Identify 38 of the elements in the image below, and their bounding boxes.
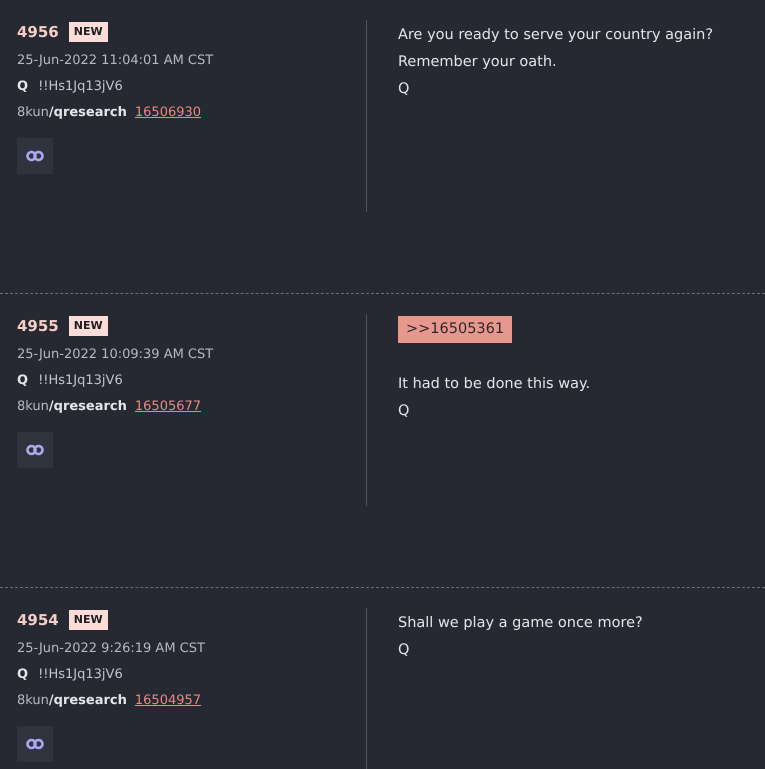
post-text: Q	[398, 641, 410, 660]
post-text: Shall we play a game once more?	[398, 614, 643, 633]
tripcode: !!Hs1Jq13jV6	[38, 372, 123, 390]
post-date: 25-Jun-2022 9:26:19 AM CST	[17, 640, 206, 658]
board-name: /qresearch	[48, 398, 127, 416]
link-button[interactable]	[17, 138, 53, 174]
author-name: Q	[17, 78, 28, 96]
post-link[interactable]: 16504957	[134, 691, 202, 711]
tripcode: !!Hs1Jq13jV6	[38, 666, 123, 684]
board-name: /qresearch	[48, 104, 127, 122]
post-date: 25-Jun-2022 11:04:01 AM CST	[17, 52, 214, 70]
link-icon	[26, 150, 44, 162]
reply-reference[interactable]: >>16505361	[398, 316, 512, 343]
site-name: 8kun	[17, 398, 49, 416]
new-badge: NEW	[68, 316, 108, 336]
post-number: 4956	[17, 22, 59, 43]
link-button[interactable]	[17, 726, 53, 762]
post-text: Q	[398, 402, 410, 421]
author-name: Q	[17, 372, 28, 390]
site-name: 8kun	[17, 692, 49, 710]
post-text: Remember your oath.	[398, 53, 558, 72]
link-icon	[26, 444, 44, 456]
post-text: Are you ready to serve your country again?	[398, 26, 714, 45]
board-name: /qresearch	[48, 692, 127, 710]
post-date: 25-Jun-2022 10:09:39 AM CST	[17, 346, 214, 364]
post-text: It had to be done this way.	[398, 375, 590, 394]
post-link[interactable]: 16505677	[134, 397, 202, 417]
post-text: Q	[398, 80, 410, 99]
new-badge: NEW	[68, 22, 108, 42]
link-button[interactable]	[17, 432, 53, 468]
new-badge: NEW	[68, 610, 108, 630]
post-number: 4955	[17, 316, 59, 337]
post-link[interactable]: 16506930	[134, 103, 202, 123]
site-name: 8kun	[17, 104, 49, 122]
tripcode: !!Hs1Jq13jV6	[38, 78, 123, 96]
post-number: 4954	[17, 610, 59, 631]
link-icon	[26, 738, 44, 750]
author-name: Q	[17, 666, 28, 684]
